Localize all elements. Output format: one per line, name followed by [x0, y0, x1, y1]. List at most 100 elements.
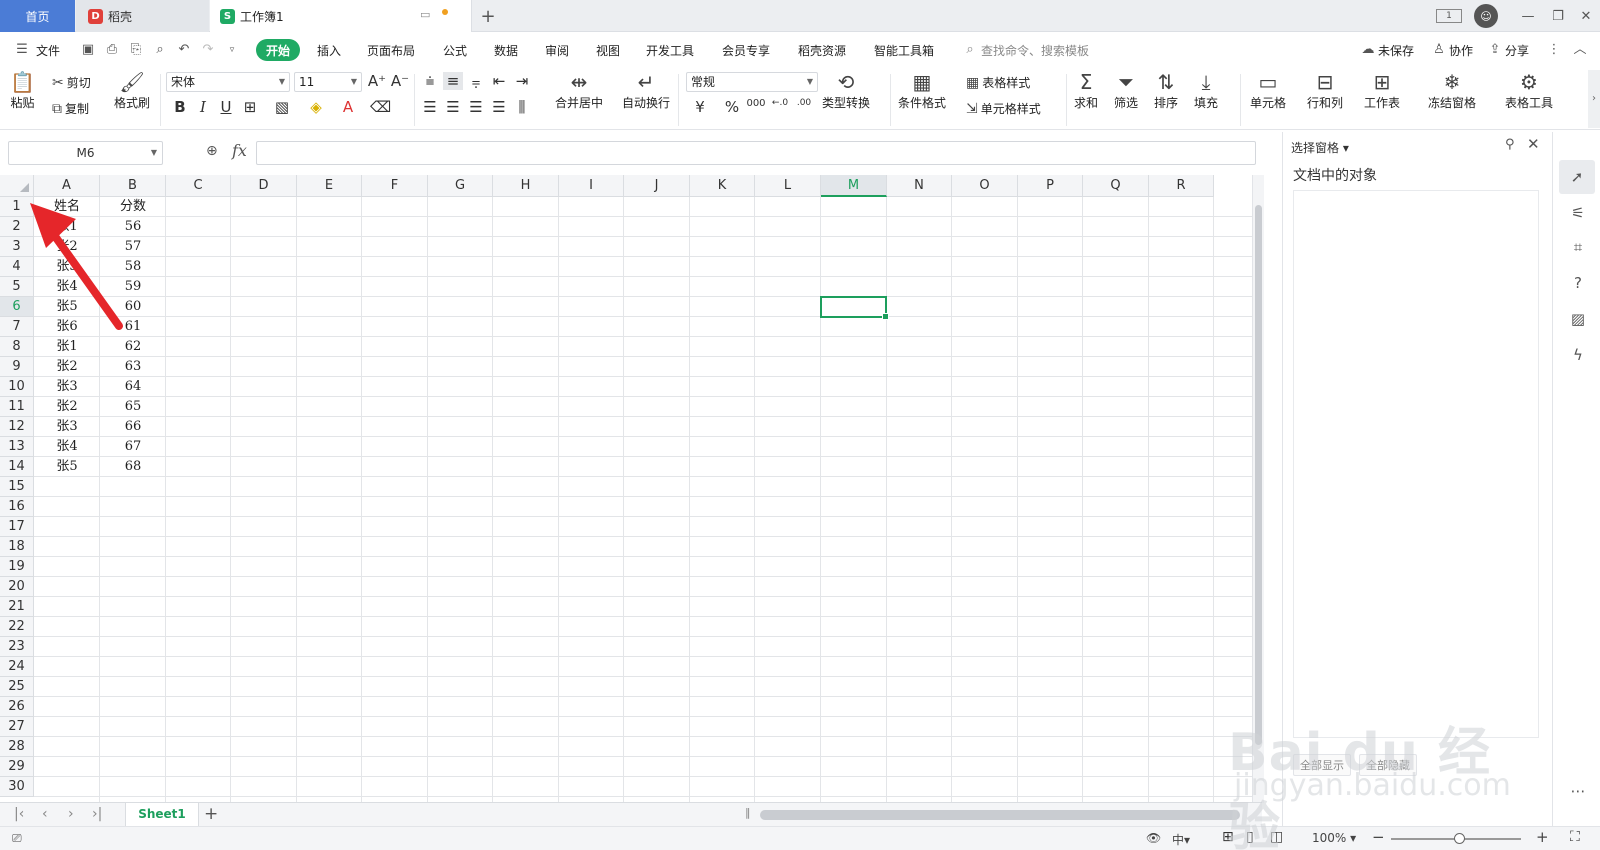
menu-page-layout[interactable]: 页面布局	[367, 42, 415, 59]
cell-b3[interactable]: 57	[100, 237, 166, 257]
cell-b5[interactable]: 59	[100, 277, 166, 297]
row-header-14[interactable]: 14	[0, 457, 34, 477]
fill-color-icon[interactable]: ◈	[306, 98, 326, 116]
zoom-level[interactable]: 100% ▾	[1312, 831, 1356, 845]
eraser-icon[interactable]: ⌫	[370, 98, 391, 116]
increase-indent-icon[interactable]: ⇥	[512, 72, 532, 90]
column-header-c[interactable]: C	[166, 175, 231, 197]
cell-a10[interactable]: 张3	[34, 377, 100, 397]
menu-view[interactable]: 视图	[596, 42, 620, 59]
cell-a3[interactable]: 张2	[34, 237, 100, 257]
selected-cell-m6[interactable]	[820, 296, 889, 320]
paste-button[interactable]: 📋 粘贴	[10, 70, 35, 111]
row-header-29[interactable]: 29	[0, 757, 34, 777]
split-handle-icon[interactable]: ‖	[745, 806, 751, 819]
row-header-23[interactable]: 23	[0, 637, 34, 657]
italic-icon[interactable]: I	[193, 98, 213, 116]
hide-all-button[interactable]: 全部隐藏	[1359, 754, 1417, 776]
thousands-icon[interactable]: 000	[746, 98, 766, 109]
currency-icon[interactable]: ¥	[690, 98, 710, 116]
cell-b9[interactable]: 63	[100, 357, 166, 377]
row-header-20[interactable]: 20	[0, 577, 34, 597]
font-size-select[interactable]: 11 ▼	[294, 72, 362, 92]
restore-icon[interactable]: ❐	[1548, 6, 1568, 26]
cell-a14[interactable]: 张5	[34, 457, 100, 477]
collab-button[interactable]: 协作	[1449, 42, 1473, 59]
underline-icon[interactable]: U	[216, 98, 236, 116]
sheet-grid[interactable]: A B C D E F G H I J K L M N O P Q R 1 2 3 4 5 6 7 8 9 10 11 12 13 14 15 1…	[0, 175, 1252, 803]
next-sheet-icon[interactable]: ›	[68, 806, 74, 822]
justify-icon[interactable]: ☰	[489, 98, 509, 116]
row-header-10[interactable]: 10	[0, 377, 34, 397]
align-left-icon[interactable]: ☰	[420, 98, 440, 116]
table-style-button[interactable]: ▦ 表格样式	[966, 74, 1030, 91]
cell-b4[interactable]: 58	[100, 257, 166, 277]
row-header-8[interactable]: 8	[0, 337, 34, 357]
row-header-19[interactable]: 19	[0, 557, 34, 577]
row-header-22[interactable]: 22	[0, 617, 34, 637]
fullscreen-icon[interactable]: ⛶	[1570, 829, 1580, 845]
select-all-corner[interactable]	[0, 175, 34, 197]
format-painter-button[interactable]: 🖌 格式刷	[114, 70, 150, 111]
cell-a4[interactable]: 张3	[34, 257, 100, 277]
align-center-icon[interactable]: ☰	[443, 98, 463, 116]
help-icon[interactable]: ?	[1568, 274, 1588, 294]
menu-start[interactable]: 开始	[256, 39, 300, 61]
fill-button[interactable]: ⤓ 填充	[1194, 70, 1218, 111]
input-method-icon[interactable]: 中▾	[1172, 831, 1190, 848]
first-sheet-icon[interactable]: |‹	[14, 806, 24, 822]
tab-workbook[interactable]: S 工作簿1 ▭	[210, 0, 472, 32]
close-icon[interactable]: ✕	[1576, 6, 1596, 26]
menu-daoke-resources[interactable]: 稻壳资源	[798, 42, 846, 59]
eye-protect-icon[interactable]: 👁	[1146, 831, 1161, 845]
zoom-magnifier-icon[interactable]: ⊕	[206, 143, 218, 159]
wrap-text-button[interactable]: ↵ 自动换行	[622, 70, 670, 111]
row-header-3[interactable]: 3	[0, 237, 34, 257]
row-header-27[interactable]: 27	[0, 717, 34, 737]
macro-record-icon[interactable]: ⎚	[12, 831, 22, 846]
vertical-scroll-thumb[interactable]	[1255, 205, 1262, 745]
column-header-q[interactable]: Q	[1083, 175, 1149, 197]
align-bottom-icon[interactable]: ⩦	[466, 72, 486, 90]
menu-insert[interactable]: 插入	[317, 42, 341, 59]
cursor-select-icon[interactable]: ➚	[1559, 160, 1595, 194]
column-header-a[interactable]: A	[34, 175, 100, 197]
decrease-indent-icon[interactable]: ⇤	[489, 72, 509, 90]
cell-b11[interactable]: 65	[100, 397, 166, 417]
name-box[interactable]: M6 ▼	[8, 141, 163, 165]
cell-b2[interactable]: 56	[100, 217, 166, 237]
prev-sheet-icon[interactable]: ‹	[42, 806, 48, 822]
row-header-15[interactable]: 15	[0, 477, 34, 497]
cell-a2[interactable]: 张1	[34, 217, 100, 237]
column-header-k[interactable]: K	[690, 175, 755, 197]
cell-a1[interactable]: 姓名	[34, 197, 100, 217]
increase-decimal-icon[interactable]: ←.0	[770, 98, 790, 108]
avatar[interactable]: ☺	[1474, 4, 1498, 28]
cell-b6[interactable]: 60	[100, 297, 166, 317]
cell-b14[interactable]: 68	[100, 457, 166, 477]
cell-a11[interactable]: 张2	[34, 397, 100, 417]
row-header-5[interactable]: 5	[0, 277, 34, 297]
row-header-11[interactable]: 11	[0, 397, 34, 417]
align-right-icon[interactable]: ☰	[466, 98, 486, 116]
objects-list[interactable]	[1293, 190, 1539, 738]
menu-review[interactable]: 审阅	[545, 42, 569, 59]
type-convert-button[interactable]: ⟲ 类型转换	[822, 70, 870, 111]
zoom-out-icon[interactable]: −	[1372, 828, 1385, 846]
export-pdf-icon[interactable]: ⎙	[104, 42, 120, 58]
more-tools-icon[interactable]: ⋯	[1568, 782, 1588, 802]
page-break-view-icon[interactable]: ◫	[1270, 829, 1283, 845]
print-icon[interactable]: ⎘	[128, 42, 144, 58]
menu-file[interactable]: 文件	[36, 42, 60, 59]
cell-b10[interactable]: 64	[100, 377, 166, 397]
cell-a6[interactable]: 张5	[34, 297, 100, 317]
freeze-panes-button[interactable]: ❄ 冻结窗格	[1428, 70, 1476, 111]
monitor-icon[interactable]: ▭	[420, 8, 430, 21]
filter-button[interactable]: ⏷ 筛选	[1114, 70, 1138, 111]
formula-input[interactable]	[256, 141, 1256, 165]
crop-icon[interactable]: ⌗	[1568, 238, 1588, 258]
column-header-m[interactable]: M	[821, 175, 887, 197]
font-color-icon[interactable]: A	[338, 98, 358, 116]
row-header-4[interactable]: 4	[0, 257, 34, 277]
column-header-r[interactable]: R	[1149, 175, 1214, 197]
